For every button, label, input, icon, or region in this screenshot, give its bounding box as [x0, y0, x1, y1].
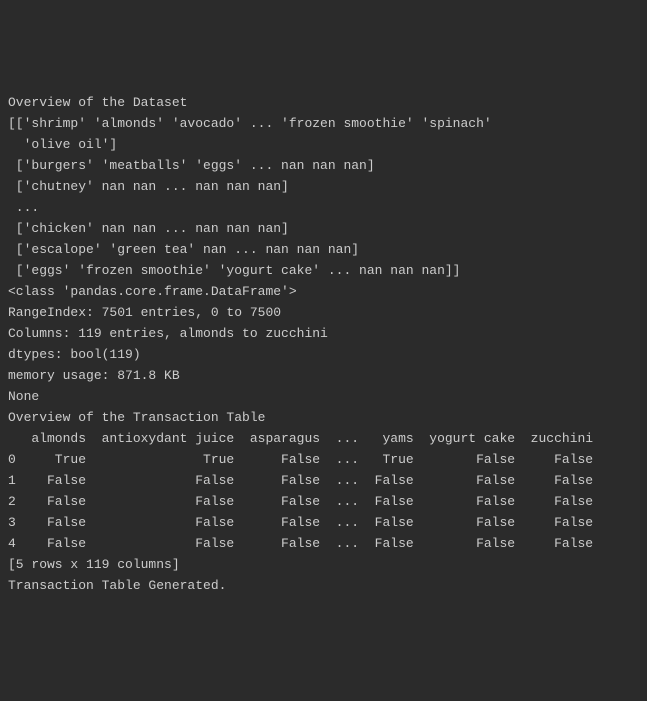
output-line: ['escalope' 'green tea' nan ... nan nan … [8, 239, 639, 260]
output-line: ... [8, 197, 639, 218]
output-line: [['shrimp' 'almonds' 'avocado' ... 'froz… [8, 113, 639, 134]
output-line: dtypes: bool(119) [8, 344, 639, 365]
output-line: 1 False False False ... False False Fals… [8, 470, 639, 491]
output-line: 'olive oil'] [8, 134, 639, 155]
output-line: Columns: 119 entries, almonds to zucchin… [8, 323, 639, 344]
output-line: ['chicken' nan nan ... nan nan nan] [8, 218, 639, 239]
output-line: Overview of the Transaction Table [8, 407, 639, 428]
output-line: 0 True True False ... True False False [8, 449, 639, 470]
output-line: [5 rows x 119 columns] [8, 554, 639, 575]
output-line: 3 False False False ... False False Fals… [8, 512, 639, 533]
output-line: ['chutney' nan nan ... nan nan nan] [8, 176, 639, 197]
output-line: ['eggs' 'frozen smoothie' 'yogurt cake' … [8, 260, 639, 281]
output-line: None [8, 386, 639, 407]
output-line: ['burgers' 'meatballs' 'eggs' ... nan na… [8, 155, 639, 176]
output-line: Overview of the Dataset [8, 92, 639, 113]
terminal-output: Overview of the Dataset[['shrimp' 'almon… [8, 92, 639, 596]
output-line: almonds antioxydant juice asparagus ... … [8, 428, 639, 449]
output-line: Transaction Table Generated. [8, 575, 639, 596]
output-line: <class 'pandas.core.frame.DataFrame'> [8, 281, 639, 302]
output-line: memory usage: 871.8 KB [8, 365, 639, 386]
output-line: RangeIndex: 7501 entries, 0 to 7500 [8, 302, 639, 323]
output-line: 4 False False False ... False False Fals… [8, 533, 639, 554]
output-line: 2 False False False ... False False Fals… [8, 491, 639, 512]
